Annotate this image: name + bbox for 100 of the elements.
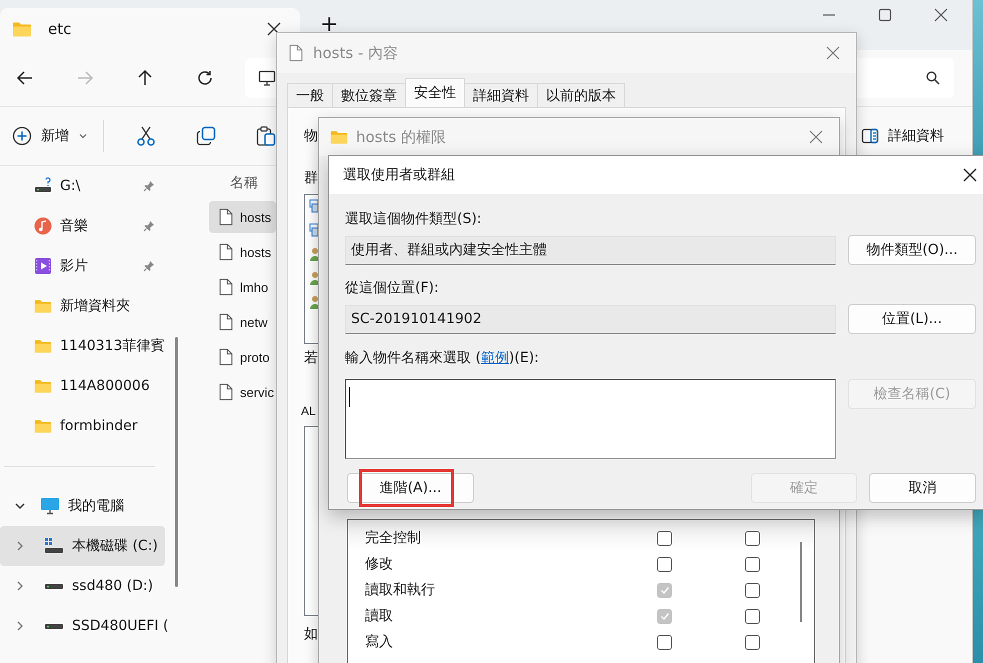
drive-icon	[44, 622, 64, 630]
field-label: 從這個位置(F):	[345, 279, 439, 298]
maximize-icon[interactable]	[878, 8, 892, 22]
location-field: SC-201910141902	[345, 304, 836, 334]
address-field[interactable]	[245, 58, 276, 98]
close-icon[interactable]	[934, 8, 948, 22]
file-row[interactable]: hosts	[209, 236, 276, 268]
permission-name: 寫入	[365, 633, 394, 651]
permission-name: 修改	[365, 555, 394, 573]
examples-link[interactable]: 範例	[480, 350, 509, 366]
object-types-button[interactable]: 物件類型(O)...	[848, 235, 976, 265]
sidebar-label: 音樂	[60, 217, 89, 235]
user-icon	[309, 247, 319, 261]
sidebar-item[interactable]: 新增資料夾	[0, 286, 165, 326]
field-label: 物	[304, 127, 318, 146]
object-type-field: 使用者、群組或內建安全性主體	[345, 236, 836, 264]
file-icon	[217, 208, 235, 226]
file-row[interactable]: proto	[209, 341, 276, 373]
copy-icon[interactable]	[196, 126, 216, 146]
tab-title: etc	[48, 20, 72, 38]
deny-checkbox[interactable]	[745, 582, 760, 598]
tab[interactable]: 一般	[287, 83, 333, 107]
sidebar-item[interactable]: G:\	[0, 166, 165, 206]
file-icon	[217, 313, 235, 331]
sidebar-item[interactable]: 1140313菲律賓	[0, 326, 165, 366]
folder-icon	[330, 128, 348, 146]
dialog-title: 選取使用者或群組	[343, 166, 455, 184]
permission-name: 讀取	[365, 607, 394, 625]
sidebar-item[interactable]: ssd480 (D:)	[0, 566, 165, 606]
monitor-icon	[40, 496, 60, 516]
up-arrow-icon[interactable]	[136, 69, 154, 87]
file-row[interactable]: netw	[209, 306, 276, 338]
locations-button[interactable]: 位置(L)...	[848, 304, 976, 334]
refresh-icon[interactable]	[196, 69, 214, 87]
scissors-icon[interactable]	[136, 126, 156, 146]
video-icon	[34, 257, 52, 275]
file-row[interactable]: hosts	[209, 201, 276, 233]
file-name: netw	[240, 314, 268, 330]
file-icon	[287, 44, 305, 62]
back-icon[interactable]	[16, 69, 34, 87]
permission-name: 完全控制	[365, 529, 422, 547]
sidebar-item[interactable]: 影片	[0, 246, 165, 286]
window-title: hosts 的權限	[356, 128, 446, 146]
folder-tab[interactable]: etc	[0, 8, 300, 50]
tab[interactable]: 以前的版本	[537, 83, 625, 107]
deny-checkbox[interactable]	[745, 556, 760, 572]
cancel-button[interactable]: 取消	[869, 473, 976, 503]
plus-circle-icon	[12, 126, 32, 146]
sidebar-label: 我的電腦	[68, 497, 125, 515]
sidebar-label: 1140313菲律賓	[60, 337, 164, 355]
field-label: 如	[304, 625, 318, 644]
allow-checkbox[interactable]	[657, 556, 672, 572]
sidebar-item[interactable]: 我的電腦	[0, 486, 165, 526]
tab[interactable]: 安全性	[405, 78, 465, 107]
sidebar-label: 新增資料夾	[60, 297, 131, 315]
clipboard-icon[interactable]	[256, 126, 276, 146]
sidebar-item[interactable]: 本機磁碟 (C:)	[0, 526, 165, 566]
computer-icon	[258, 69, 276, 87]
file-icon	[217, 383, 235, 401]
drive-icon	[44, 536, 64, 556]
user-icon	[309, 295, 319, 309]
new-tab-button[interactable]: +	[320, 14, 338, 36]
advanced-button[interactable]: 進階(A)...	[347, 473, 474, 503]
sidebar-label: ssd480 (D:)	[72, 578, 154, 594]
file-name: hosts	[240, 244, 272, 260]
folder-icon	[34, 297, 52, 315]
field-label: 群	[304, 169, 318, 188]
object-names-field[interactable]	[345, 379, 836, 459]
deny-checkbox[interactable]	[745, 530, 760, 546]
sidebar-item[interactable]: 114A800006	[0, 366, 165, 406]
user-icon	[309, 271, 319, 285]
allow-checkbox[interactable]	[657, 530, 672, 546]
file-name: hosts	[240, 210, 272, 224]
scrollbar-thumb[interactable]	[175, 337, 178, 587]
details-button[interactable]: 詳細資料	[861, 127, 944, 145]
file-icon	[217, 278, 235, 296]
search-field[interactable]	[856, 58, 954, 98]
close-icon[interactable]	[267, 22, 281, 36]
file-row[interactable]: lmho	[209, 271, 276, 303]
file-row[interactable]: servic	[209, 376, 276, 408]
close-icon[interactable]	[963, 168, 977, 182]
scrollbar-thumb[interactable]	[800, 542, 802, 622]
field-label: 輸入物件名稱來選取 (範例)(E):	[345, 349, 539, 368]
file-name: lmho	[240, 280, 268, 294]
deny-checkbox[interactable]	[745, 634, 760, 650]
folder-icon	[34, 377, 52, 395]
sidebar-label: 本機磁碟 (C:)	[72, 537, 158, 555]
chevron-down-icon	[78, 131, 88, 141]
permission-name: 讀取和執行	[365, 581, 436, 599]
file-name: servic	[240, 384, 274, 400]
deny-checkbox[interactable]	[745, 608, 760, 624]
folder-icon	[34, 417, 52, 435]
sidebar-item[interactable]: formbinder	[0, 406, 165, 446]
new-button[interactable]: 新增	[12, 118, 88, 154]
sidebar-item[interactable]: 音樂	[0, 206, 165, 246]
allow-checkbox[interactable]	[657, 634, 672, 650]
sidebar-label: 影片	[60, 257, 89, 275]
details-pane-icon	[861, 127, 879, 145]
field-label: 若	[304, 349, 318, 368]
file-icon	[217, 243, 235, 261]
